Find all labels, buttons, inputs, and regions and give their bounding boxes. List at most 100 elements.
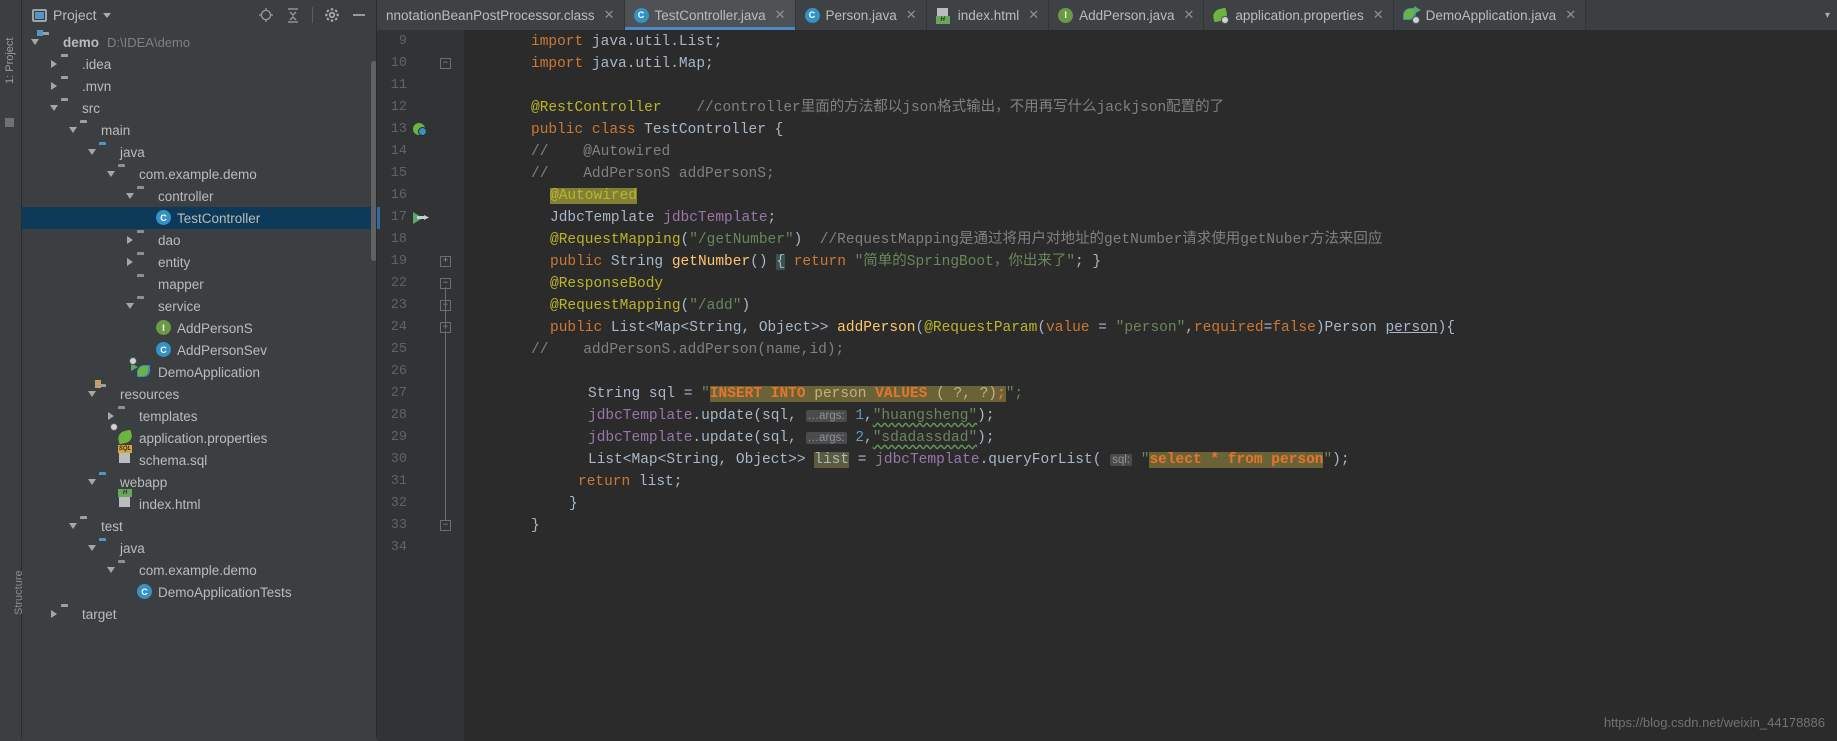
tree-expander[interactable]: [123, 258, 137, 266]
editor-tab-application-properties[interactable]: application.properties ✕: [1204, 0, 1394, 30]
tree-item-com-example-demo[interactable]: com.example.demo: [22, 559, 377, 581]
tree-item-icon: [118, 562, 134, 578]
tabs-overflow-icon[interactable]: ▾: [1818, 0, 1837, 30]
close-icon[interactable]: ✕: [1183, 7, 1194, 23]
tree-expander[interactable]: [123, 236, 137, 244]
project-tree[interactable]: demo D:\IDEA\demo .idea .mvn src main java com.…: [22, 30, 377, 741]
tree-expander[interactable]: [47, 82, 61, 90]
editor-tab-nnotationbeanpostprocessor-class[interactable]: nnotationBeanPostProcessor.class ✕: [377, 0, 625, 30]
editor-body[interactable]: 9 10 11 12 13 14 15 16 17 18 19 22 23 24 25 26 27 28 29 30 3…: [377, 30, 1837, 741]
tree-item--mvn[interactable]: .mvn: [22, 75, 377, 97]
tree-item-demo[interactable]: demo D:\IDEA\demo: [22, 31, 377, 53]
tree-item-icon: [129, 357, 153, 380]
tree-item-index-html[interactable]: Hindex.html: [22, 489, 377, 515]
locate-icon[interactable]: [258, 7, 274, 23]
editor-tab-index-html[interactable]: Hindex.html ✕: [926, 0, 1050, 30]
tree-item-controller[interactable]: controller: [22, 185, 377, 207]
editor-tab-person-java[interactable]: C Person.java ✕: [795, 0, 927, 30]
close-icon[interactable]: ✕: [775, 7, 786, 23]
code-line-32: }: [569, 496, 578, 512]
fold-marker-method-getnumber[interactable]: +: [440, 256, 451, 267]
close-icon[interactable]: ✕: [906, 7, 917, 23]
code-content[interactable]: import java.util.List; import java.util.M…: [465, 30, 1837, 741]
tree-item-demoapplicationtests[interactable]: C DemoApplicationTests: [22, 581, 377, 603]
tree-item-entity[interactable]: entity: [22, 251, 377, 273]
favorites-icon[interactable]: [5, 118, 14, 127]
tree-item-main[interactable]: main: [22, 119, 377, 141]
tree-expander[interactable]: [85, 479, 99, 485]
tree-item-icon: C: [156, 342, 172, 358]
fold-region-line-b: [445, 331, 446, 521]
close-icon[interactable]: ✕: [1373, 7, 1384, 23]
tab-file-icon: C: [633, 7, 649, 23]
code-line-25: // addPersonS.addPerson(name,id);: [531, 342, 845, 358]
spring-bean-gutter-icon[interactable]: [413, 122, 429, 138]
tree-expander[interactable]: [28, 39, 42, 45]
tab-label: Person.java: [825, 7, 897, 23]
line-number-19: 19: [390, 254, 407, 269]
tree-item-mapper[interactable]: mapper: [22, 273, 377, 295]
editor-gutter[interactable]: 9 10 11 12 13 14 15 16 17 18 19 22 23 24 25 26 27 28 29 30 3…: [377, 30, 465, 741]
tree-expander[interactable]: [104, 412, 118, 420]
close-icon[interactable]: ✕: [1565, 7, 1576, 23]
spring-boot-app-icon: [1402, 6, 1421, 24]
tree-item-com-example-demo[interactable]: com.example.demo: [22, 163, 377, 185]
tree-expander[interactable]: [104, 567, 118, 573]
java-class-icon: C: [137, 584, 152, 599]
hide-icon[interactable]: [351, 7, 367, 23]
tree-expander[interactable]: [47, 60, 61, 68]
close-icon[interactable]: ✕: [604, 7, 615, 23]
tree-item-icon: [137, 188, 153, 204]
tree-item-schema-sql[interactable]: SQL schema.sql: [22, 445, 377, 471]
editor-tab-demoapplication-java[interactable]: DemoApplication.java ✕: [1393, 0, 1587, 30]
close-icon[interactable]: ✕: [1028, 7, 1039, 23]
editor-area: nnotationBeanPostProcessor.class ✕ C TestCo…: [377, 0, 1837, 741]
code-line-33: }: [531, 518, 540, 534]
tree-item-webapp[interactable]: webapp: [22, 471, 377, 493]
tree-item-java[interactable]: java: [22, 537, 377, 559]
tree-expander[interactable]: [47, 610, 61, 618]
editor-tab-testcontroller-java[interactable]: C TestController.java ✕: [624, 0, 796, 30]
tree-expander[interactable]: [47, 105, 61, 111]
tree-expander[interactable]: [104, 171, 118, 177]
gear-icon[interactable]: [324, 7, 340, 23]
tree-item-target[interactable]: target: [22, 603, 377, 625]
tree-item-templates[interactable]: templates: [22, 405, 377, 427]
tree-item-service[interactable]: service: [22, 295, 377, 317]
fold-marker-class-end[interactable]: −: [440, 520, 451, 531]
tree-expander[interactable]: [85, 149, 99, 155]
tree-item-label: AddPersonS: [177, 320, 253, 336]
tree-item-addpersonsev[interactable]: C AddPersonSev: [22, 339, 377, 361]
code-line-19: public String getNumber() { return "简单的S…: [550, 254, 1102, 270]
project-panel-title-box[interactable]: Project: [32, 7, 111, 23]
chevron-down-icon[interactable]: [102, 12, 111, 18]
editor-tabbar[interactable]: nnotationBeanPostProcessor.class ✕ C TestCo…: [377, 0, 1837, 30]
tree-item-src[interactable]: src: [22, 97, 377, 119]
editor-vertical-scrollbar[interactable]: [1825, 30, 1837, 741]
collapse-all-icon[interactable]: [285, 7, 301, 23]
tree-expander[interactable]: [66, 523, 80, 529]
tree-expander[interactable]: [123, 193, 137, 199]
tree-expander[interactable]: [85, 545, 99, 551]
tree-expander[interactable]: [85, 391, 99, 397]
autowired-gutter-icon[interactable]: [413, 210, 429, 226]
tree-item-addpersons[interactable]: I AddPersonS: [22, 317, 377, 339]
tree-item-java[interactable]: java: [22, 141, 377, 163]
line-number-27: 27: [390, 386, 407, 401]
tool-window-button-project[interactable]: 1: Project: [4, 24, 16, 84]
tree-item-demoapplication[interactable]: DemoApplication: [22, 357, 377, 383]
tree-item-test[interactable]: test: [22, 515, 377, 537]
tree-item-resources[interactable]: resources: [22, 383, 377, 405]
fold-marker-imports[interactable]: −: [440, 58, 451, 69]
tree-item-label: com.example.demo: [139, 562, 257, 578]
editor-tab-addperson-java[interactable]: I AddPerson.java ✕: [1049, 0, 1205, 30]
tree-item-dao[interactable]: dao: [22, 229, 377, 251]
tree-item-label: dao: [158, 232, 181, 248]
line-number-26: 26: [390, 364, 407, 379]
tree-item-application-properties[interactable]: application.properties: [22, 423, 377, 449]
tree-item-testcontroller[interactable]: C TestController: [22, 207, 377, 229]
tree-expander[interactable]: [66, 127, 80, 133]
tree-item--idea[interactable]: .idea: [22, 53, 377, 75]
idea-window: 1: Project Structure Project demo D:\IDE…: [0, 0, 1837, 741]
tree-expander[interactable]: [123, 303, 137, 309]
